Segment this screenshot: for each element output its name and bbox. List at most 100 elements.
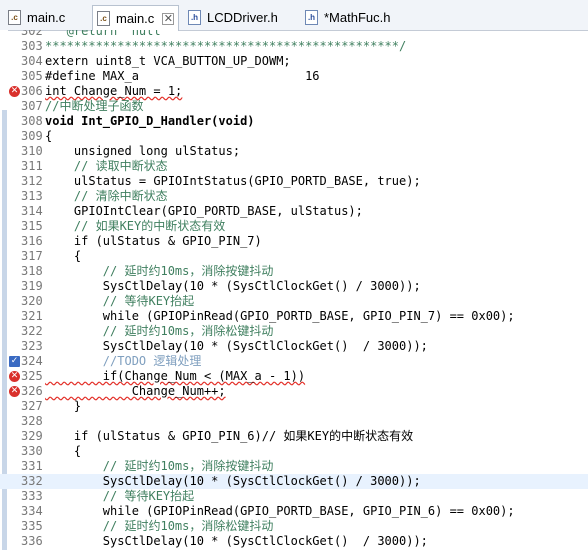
line-text: // 延时约10ms，消除按键抖动 — [45, 264, 274, 278]
line-number: 309 — [21, 129, 43, 143]
error-icon[interactable]: ✕ — [9, 86, 20, 97]
line-text: } — [45, 399, 82, 413]
code-line[interactable]: 303 ************************************… — [0, 39, 588, 54]
code-line[interactable]: ✓ 324 //TODO 逻辑处理 — [0, 354, 588, 369]
code-line[interactable]: 322 // 延时约10ms，消除松键抖动 — [0, 324, 588, 339]
code-line[interactable]: 328 — [0, 414, 588, 429]
line-number: 329 — [21, 429, 43, 443]
code-line[interactable]: 320 // 等待KEY抬起 — [0, 294, 588, 309]
code-line[interactable]: ✕ 326 Change_Num++; — [0, 384, 588, 399]
line-text: #define MAX_a 16 — [45, 69, 320, 83]
code-line[interactable]: 333 // 等待KEY抬起 — [0, 489, 588, 504]
line-text: // 等待KEY抬起 — [45, 294, 195, 308]
line-number: 302 — [21, 30, 43, 38]
tab-mathfuc-h[interactable]: .h *MathFuc.h — [305, 6, 390, 28]
code-line[interactable]: 308 void Int_GPIO_D_Handler(void) — [0, 114, 588, 129]
code-line[interactable]: 321 while (GPIOPinRead(GPIO_PORTD_BASE, … — [0, 309, 588, 324]
h-file-icon: .h — [305, 9, 318, 25]
code-line[interactable]: 323 SysCtlDelay(10 * (SysCtlClockGet() /… — [0, 339, 588, 354]
code-line[interactable]: 311 // 读取中断状态 — [0, 159, 588, 174]
line-text: ulStatus = GPIOIntStatus(GPIO_PORTD_BASE… — [45, 174, 421, 188]
task-icon[interactable]: ✓ — [9, 356, 20, 367]
code-line[interactable]: 302 @return null — [0, 30, 588, 39]
line-number: 314 — [21, 204, 43, 218]
tab-lcddriver-h[interactable]: .h LCDDriver.h — [188, 6, 278, 28]
code-line[interactable]: 309 { — [0, 129, 588, 144]
code-line[interactable]: 304 extern uint8_t VCA_BUTTON_UP_DOWM; — [0, 54, 588, 69]
line-number: 311 — [21, 159, 43, 173]
line-number: 322 — [21, 324, 43, 338]
code-line[interactable]: 310 unsigned long ulStatus; — [0, 144, 588, 159]
code-line-current[interactable]: 332 SysCtlDelay(10 * (SysCtlClockGet() /… — [0, 474, 588, 489]
code-line[interactable]: 330 { — [0, 444, 588, 459]
line-number: 303 — [21, 39, 43, 53]
line-number: 330 — [21, 444, 43, 458]
line-text: while (GPIOPinRead(GPIO_PORTD_BASE, GPIO… — [45, 504, 515, 518]
line-text: int Change_Num = 1; — [45, 84, 183, 98]
line-number: 316 — [21, 234, 43, 248]
line-text: @return null — [45, 30, 161, 38]
code-line[interactable]: ✕ 306 int Change_Num = 1; — [0, 84, 588, 99]
editor-tab-bar: .c main.c .c main.c ✕ .h LCDDriver.h .h … — [0, 0, 588, 31]
line-number: 307 — [21, 99, 43, 113]
line-number: 326 — [21, 384, 43, 398]
line-number: 336 — [21, 534, 43, 548]
line-text: if(Change_Num < (MAX_a - 1)) — [45, 369, 306, 383]
line-text: void Int_GPIO_D_Handler(void) — [45, 114, 255, 128]
code-line[interactable]: 313 // 清除中断状态 — [0, 189, 588, 204]
tab-label: main.c — [27, 9, 66, 25]
line-text: if (ulStatus & GPIO_PIN_7) — [45, 234, 262, 248]
code-line[interactable]: 319 SysCtlDelay(10 * (SysCtlClockGet() /… — [0, 279, 588, 294]
code-line[interactable]: 314 GPIOIntClear(GPIO_PORTD_BASE, ulStat… — [0, 204, 588, 219]
close-icon[interactable]: ✕ — [162, 12, 175, 25]
line-text: // 延时约10ms，消除松键抖动 — [45, 519, 274, 533]
code-line[interactable]: 317 { — [0, 249, 588, 264]
line-number: 304 — [21, 54, 43, 68]
line-text: GPIOIntClear(GPIO_PORTD_BASE, ulStatus); — [45, 204, 363, 218]
tab-main-c-1[interactable]: .c main.c — [8, 6, 65, 28]
code-line[interactable]: 316 if (ulStatus & GPIO_PIN_7) — [0, 234, 588, 249]
line-text: SysCtlDelay(10 * (SysCtlClockGet() / 300… — [45, 534, 428, 548]
line-number: 332 — [21, 474, 43, 488]
code-line[interactable]: 327 } — [0, 399, 588, 414]
line-text: SysCtlDelay(10 * (SysCtlClockGet() / 300… — [45, 474, 421, 488]
line-text: // 读取中断状态 — [45, 159, 168, 173]
line-number: 324 — [21, 354, 43, 368]
code-line[interactable]: 331 // 延时约10ms，消除按键抖动 — [0, 459, 588, 474]
tab-main-c-2[interactable]: .c main.c ✕ — [92, 5, 180, 31]
line-text: { — [45, 129, 53, 143]
code-line[interactable]: 318 // 延时约10ms，消除按键抖动 — [0, 264, 588, 279]
error-icon[interactable]: ✕ — [9, 371, 20, 382]
line-text: extern uint8_t VCA_BUTTON_UP_DOWM; — [45, 54, 291, 68]
code-line[interactable]: 336 SysCtlDelay(10 * (SysCtlClockGet() /… — [0, 534, 588, 549]
line-number: 315 — [21, 219, 43, 233]
code-line[interactable]: 334 while (GPIOPinRead(GPIO_PORTD_BASE, … — [0, 504, 588, 519]
line-text: unsigned long ulStatus; — [45, 144, 241, 158]
code-line[interactable]: 329 if (ulStatus & GPIO_PIN_6)// 如果KEY的中… — [0, 429, 588, 444]
line-number: 305 — [21, 69, 43, 83]
line-number: 328 — [21, 414, 43, 428]
line-number: 313 — [21, 189, 43, 203]
line-text: // 延时约10ms，消除按键抖动 — [45, 459, 274, 473]
code-line[interactable]: ✕ 325 if(Change_Num < (MAX_a - 1)) — [0, 369, 588, 384]
line-text: // 等待KEY抬起 — [45, 489, 195, 503]
code-line[interactable]: 307 //中断处理子函数 — [0, 99, 588, 114]
line-number: 334 — [21, 504, 43, 518]
line-text: SysCtlDelay(10 * (SysCtlClockGet() / 300… — [45, 339, 428, 353]
error-icon[interactable]: ✕ — [9, 386, 20, 397]
line-number: 306 — [21, 84, 43, 98]
code-line[interactable]: 312 ulStatus = GPIOIntStatus(GPIO_PORTD_… — [0, 174, 588, 189]
line-number: 323 — [21, 339, 43, 353]
line-number: 312 — [21, 174, 43, 188]
code-line[interactable]: 335 // 延时约10ms，消除松键抖动 — [0, 519, 588, 534]
code-line[interactable]: 305 #define MAX_a 16 — [0, 69, 588, 84]
code-line[interactable]: 315 // 如果KEY的中断状态有效 — [0, 219, 588, 234]
line-number: 319 — [21, 279, 43, 293]
line-number: 331 — [21, 459, 43, 473]
line-number: 308 — [21, 114, 43, 128]
tab-label: LCDDriver.h — [207, 9, 278, 25]
c-file-icon: .c — [97, 11, 110, 26]
line-number: 335 — [21, 519, 43, 533]
code-editor[interactable]: 302 @return null 303 *******************… — [0, 30, 588, 550]
line-text: //TODO 逻辑处理 — [45, 354, 202, 368]
